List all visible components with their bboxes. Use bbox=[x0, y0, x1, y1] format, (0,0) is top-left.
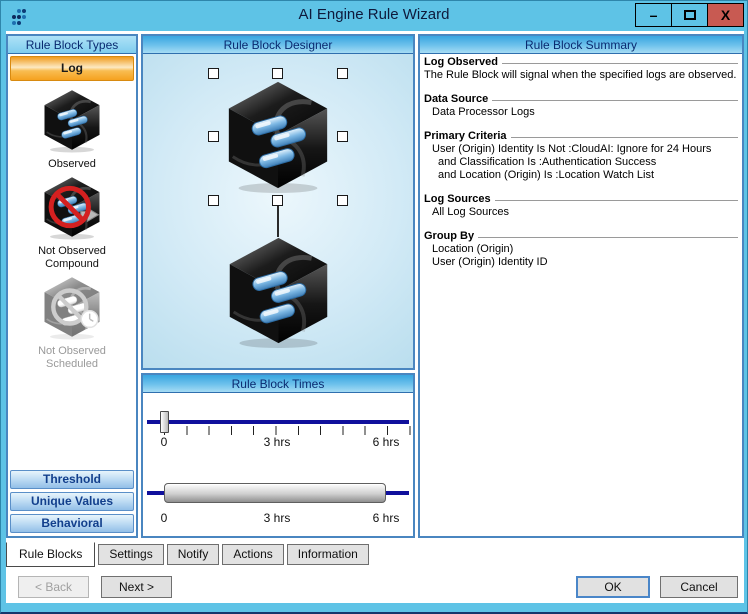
rule-block-types-panel: Rule Block Types Log Observed bbox=[6, 34, 138, 538]
tab-rule-blocks[interactable]: Rule Blocks bbox=[6, 542, 95, 567]
rule-block-times-header: Rule Block Times bbox=[143, 375, 413, 393]
time-slider-ticks bbox=[164, 426, 411, 435]
selection-handle[interactable] bbox=[208, 131, 219, 142]
slider2-label-0: 0 bbox=[161, 511, 168, 525]
section-title: Log Sources bbox=[424, 193, 491, 206]
tab-actions[interactable]: Actions bbox=[222, 544, 283, 565]
rule-block-designer-panel: Rule Block Designer bbox=[141, 34, 415, 370]
selection-handle[interactable] bbox=[337, 131, 348, 142]
rule-type-not-observed-compound[interactable]: Not Observed Compound bbox=[38, 174, 106, 271]
section-line: User (Origin) Identity Is Not :CloudAI: … bbox=[432, 143, 738, 156]
section-title: Log Observed bbox=[424, 56, 498, 69]
section-line: and Classification Is :Authentication Su… bbox=[438, 156, 738, 169]
selection-handle[interactable] bbox=[337, 68, 348, 79]
tab-notify[interactable]: Notify bbox=[167, 544, 220, 565]
section-title: Primary Criteria bbox=[424, 130, 507, 143]
rule-block-node-2[interactable] bbox=[220, 232, 337, 354]
section-line: The Rule Block will signal when the spec… bbox=[424, 69, 738, 82]
behavioral-category-button[interactable]: Behavioral bbox=[10, 514, 134, 533]
designer-canvas[interactable] bbox=[143, 54, 413, 368]
slider2-label-3hrs: 3 hrs bbox=[264, 511, 291, 525]
section-title: Group By bbox=[424, 230, 474, 243]
summary-section-log-observed: Log Observed The Rule Block will signal … bbox=[424, 56, 738, 82]
threshold-category-button[interactable]: Threshold bbox=[10, 470, 134, 489]
wizard-content: Rule Block Types Log Observed bbox=[6, 31, 744, 603]
next-button[interactable]: Next > bbox=[101, 576, 172, 598]
ok-button[interactable]: OK bbox=[576, 576, 650, 598]
selection-handle[interactable] bbox=[208, 195, 219, 206]
rule-block-types-list: Log Observed bbox=[8, 54, 136, 536]
unique-values-category-button[interactable]: Unique Values bbox=[10, 492, 134, 511]
close-icon: X bbox=[721, 7, 730, 23]
back-button: < Back bbox=[18, 576, 89, 598]
minimize-button[interactable]: – bbox=[635, 3, 672, 27]
summary-section-data-source: Data Source Data Processor Logs bbox=[424, 93, 738, 119]
slider1-label-3hrs: 3 hrs bbox=[264, 435, 291, 449]
slider2-label-6hrs: 6 hrs bbox=[373, 511, 400, 525]
rule-block-node-selected[interactable] bbox=[219, 76, 337, 199]
log-category-button[interactable]: Log bbox=[10, 56, 134, 81]
tab-information[interactable]: Information bbox=[287, 544, 369, 565]
time-slider-track bbox=[147, 420, 409, 424]
selection-handle[interactable] bbox=[208, 68, 219, 79]
not-observed-compound-icon bbox=[39, 174, 105, 245]
rule-block-designer-header: Rule Block Designer bbox=[143, 36, 413, 54]
time-slider-thumb[interactable] bbox=[160, 411, 169, 433]
rule-block-summary-panel: Rule Block Summary Log Observed The Rule… bbox=[418, 34, 744, 538]
tab-settings[interactable]: Settings bbox=[98, 544, 163, 565]
rule-type-observed[interactable]: Observed bbox=[39, 87, 105, 171]
ai-engine-rule-wizard-window: AI Engine Rule Wizard – X Rule Block Typ… bbox=[0, 0, 748, 614]
rule-block-summary-header: Rule Block Summary bbox=[420, 36, 742, 54]
close-button[interactable]: X bbox=[707, 3, 744, 27]
rule-block-types-header: Rule Block Types bbox=[8, 36, 136, 54]
section-line: Data Processor Logs bbox=[432, 106, 738, 119]
summary-section-group-by: Group By Location (Origin) User (Origin)… bbox=[424, 230, 738, 269]
maximize-icon bbox=[684, 10, 696, 20]
minimize-icon: – bbox=[650, 7, 658, 23]
wizard-tabstrip: Rule Blocks Settings Notify Actions Info… bbox=[6, 542, 372, 569]
slider1-label-6hrs: 6 hrs bbox=[373, 435, 400, 449]
rule-type-not-observed-scheduled: Not Observed Scheduled bbox=[38, 274, 106, 371]
slider1-label-0: 0 bbox=[161, 435, 168, 449]
summary-section-primary-criteria: Primary Criteria User (Origin) Identity … bbox=[424, 130, 738, 182]
maximize-button[interactable] bbox=[671, 3, 708, 27]
time-range-bar[interactable] bbox=[164, 483, 386, 503]
summary-body: Log Observed The Rule Block will signal … bbox=[420, 54, 742, 536]
section-title: Data Source bbox=[424, 93, 488, 106]
cancel-button[interactable]: Cancel bbox=[660, 576, 738, 598]
rule-block-times-panel: Rule Block Times 0 3 hrs 6 hrs 0 3 hrs 6… bbox=[141, 373, 415, 538]
summary-section-log-sources: Log Sources All Log Sources bbox=[424, 193, 738, 219]
titlebar: AI Engine Rule Wizard – X bbox=[1, 1, 747, 31]
section-line: User (Origin) Identity ID bbox=[432, 256, 738, 269]
section-line: and Location (Origin) Is :Location Watch… bbox=[438, 169, 738, 182]
not-observed-scheduled-icon bbox=[39, 274, 105, 345]
observed-cube-icon bbox=[39, 87, 105, 158]
selection-handle[interactable] bbox=[337, 195, 348, 206]
section-line: Location (Origin) bbox=[432, 243, 738, 256]
section-line: All Log Sources bbox=[432, 206, 738, 219]
